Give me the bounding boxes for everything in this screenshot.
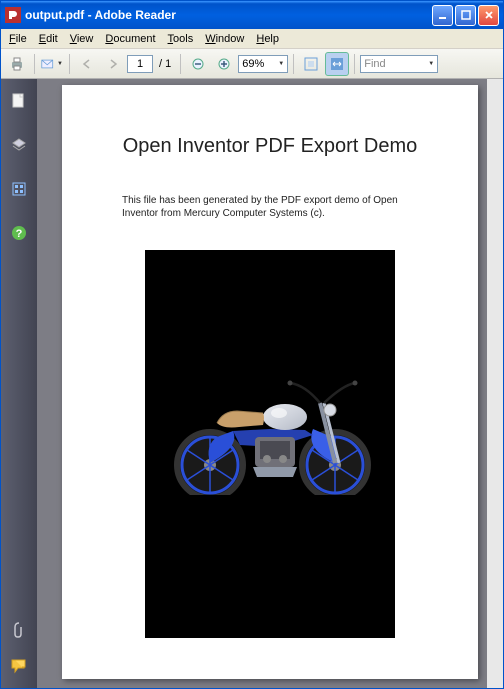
fit-page-button[interactable] xyxy=(299,52,323,76)
chevron-down-icon: ▼ xyxy=(57,61,63,67)
comments-button[interactable] xyxy=(7,654,31,678)
chevron-down-icon: ▼ xyxy=(278,61,284,67)
fit-width-button[interactable] xyxy=(325,52,349,76)
chevron-down-icon: ▼ xyxy=(428,61,434,67)
envelope-button[interactable]: ▼ xyxy=(40,52,64,76)
help-button[interactable]: ? xyxy=(7,221,31,245)
page-number-input[interactable] xyxy=(127,55,153,73)
next-page-button[interactable] xyxy=(101,52,125,76)
zoom-in-button[interactable] xyxy=(212,52,236,76)
document-viewport[interactable]: Open Inventor PDF Export Demo This file … xyxy=(37,79,503,688)
window-controls xyxy=(432,5,499,26)
menu-window[interactable]: Window xyxy=(199,31,250,47)
window-title: output.pdf - Adobe Reader xyxy=(25,8,432,22)
maximize-button[interactable] xyxy=(455,5,476,26)
find-input[interactable]: Find▼ xyxy=(360,55,438,73)
menu-document[interactable]: Document xyxy=(99,31,161,47)
motorcycle-3d-model xyxy=(155,355,385,495)
embedded-3d-view[interactable] xyxy=(145,250,395,638)
zoom-level-select[interactable]: 69%▼ xyxy=(238,55,288,73)
separator xyxy=(180,54,181,74)
layers-panel-button[interactable] xyxy=(7,133,31,157)
bookmarks-panel-button[interactable] xyxy=(7,177,31,201)
separator xyxy=(69,54,70,74)
separator xyxy=(354,54,355,74)
pages-panel-button[interactable] xyxy=(7,89,31,113)
minimize-button[interactable] xyxy=(432,5,453,26)
print-button[interactable] xyxy=(5,52,29,76)
svg-text:?: ? xyxy=(16,228,23,240)
menu-tools[interactable]: Tools xyxy=(162,31,200,47)
menu-file[interactable]: File xyxy=(3,31,33,47)
page-total-label: / 1 xyxy=(155,58,175,70)
close-button[interactable] xyxy=(478,5,499,26)
menubar: File Edit View Document Tools Window Hel… xyxy=(1,29,503,49)
titlebar: output.pdf - Adobe Reader xyxy=(1,1,503,29)
document-body-text: This file has been generated by the PDF … xyxy=(92,194,448,220)
content-area: ? Open Inventor PDF Export Demo This fil… xyxy=(1,79,503,688)
vertical-scrollbar[interactable] xyxy=(487,79,503,688)
prev-page-button[interactable] xyxy=(75,52,99,76)
attachments-button[interactable] xyxy=(7,618,31,642)
menu-help[interactable]: Help xyxy=(250,31,285,47)
app-icon xyxy=(5,7,21,23)
separator xyxy=(34,54,35,74)
menu-edit[interactable]: Edit xyxy=(33,31,64,47)
zoom-out-button[interactable] xyxy=(186,52,210,76)
sidebar: ? xyxy=(1,79,37,688)
toolbar: ▼ / 1 69%▼ Find▼ xyxy=(1,49,503,79)
separator xyxy=(293,54,294,74)
menu-view[interactable]: View xyxy=(64,31,100,47)
pdf-page: Open Inventor PDF Export Demo This file … xyxy=(62,85,478,679)
document-title: Open Inventor PDF Export Demo xyxy=(92,135,448,158)
